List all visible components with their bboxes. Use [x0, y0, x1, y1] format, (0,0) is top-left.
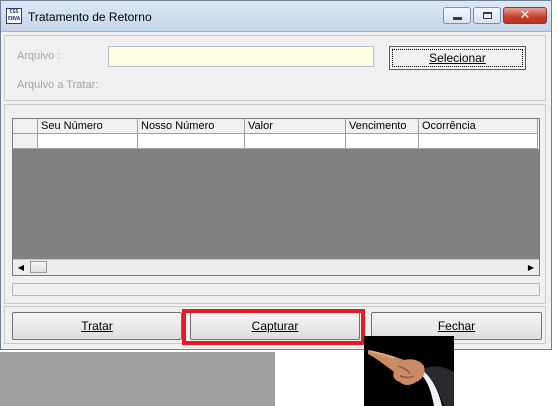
table-cell[interactable]: [38, 134, 138, 149]
column-header-ocorrencia[interactable]: Ocorrência: [419, 119, 538, 134]
column-header-nosso-numero[interactable]: Nosso Número: [138, 119, 245, 134]
window-title: Tratamento de Retorno: [28, 10, 152, 24]
arquivo-a-tratar-label: Arquivo a Tratar:: [17, 79, 99, 91]
pointing-hand-icon: [364, 336, 454, 406]
table-row[interactable]: [13, 134, 539, 149]
close-button[interactable]: ✕: [503, 7, 547, 24]
pointing-hand-illustration: [364, 336, 454, 406]
app-icon: CGS ENVA: [6, 8, 22, 24]
tratar-button[interactable]: Tratar: [12, 312, 182, 340]
window-controls: ✕: [443, 7, 547, 24]
table-cell[interactable]: [245, 134, 346, 149]
tratar-label: Tratar: [81, 319, 113, 333]
capturar-label: Capturar: [251, 319, 299, 333]
table-cell[interactable]: [346, 134, 419, 149]
scroll-right-icon[interactable]: ▶: [523, 260, 539, 275]
row-indicator-cell[interactable]: [13, 134, 38, 149]
minimize-icon: [452, 16, 462, 20]
desktop-background: [0, 352, 275, 406]
header-indicator-cell: [13, 119, 38, 134]
column-header-seu-numero[interactable]: Seu Número: [38, 119, 138, 134]
grid-header: Seu Número Nosso Número Valor Vencimento…: [13, 119, 539, 134]
capturar-button[interactable]: Capturar: [190, 312, 360, 340]
minimize-button[interactable]: [443, 7, 471, 24]
horizontal-scrollbar[interactable]: ◀ ▶: [13, 259, 539, 275]
arquivo-label: Arquivo :: [17, 50, 61, 62]
column-header-valor[interactable]: Valor: [245, 119, 346, 134]
table-cell[interactable]: [419, 134, 538, 149]
maximize-button[interactable]: [473, 7, 501, 24]
arquivo-input[interactable]: [108, 46, 374, 67]
maximize-icon: [482, 12, 492, 19]
fechar-label: Fechar: [437, 319, 476, 333]
column-header-vencimento[interactable]: Vencimento: [346, 119, 419, 134]
close-icon: ✕: [519, 8, 531, 23]
retorno-grid[interactable]: Seu Número Nosso Número Valor Vencimento…: [12, 118, 540, 276]
title-bar[interactable]: CGS ENVA Tratamento de Retorno ✕: [1, 1, 551, 32]
scroll-left-icon[interactable]: ◀: [13, 260, 29, 275]
selecionar-button[interactable]: Selecionar: [389, 46, 526, 70]
status-bar: [12, 283, 540, 296]
table-cell[interactable]: [138, 134, 245, 149]
scroll-thumb[interactable]: [30, 261, 47, 273]
